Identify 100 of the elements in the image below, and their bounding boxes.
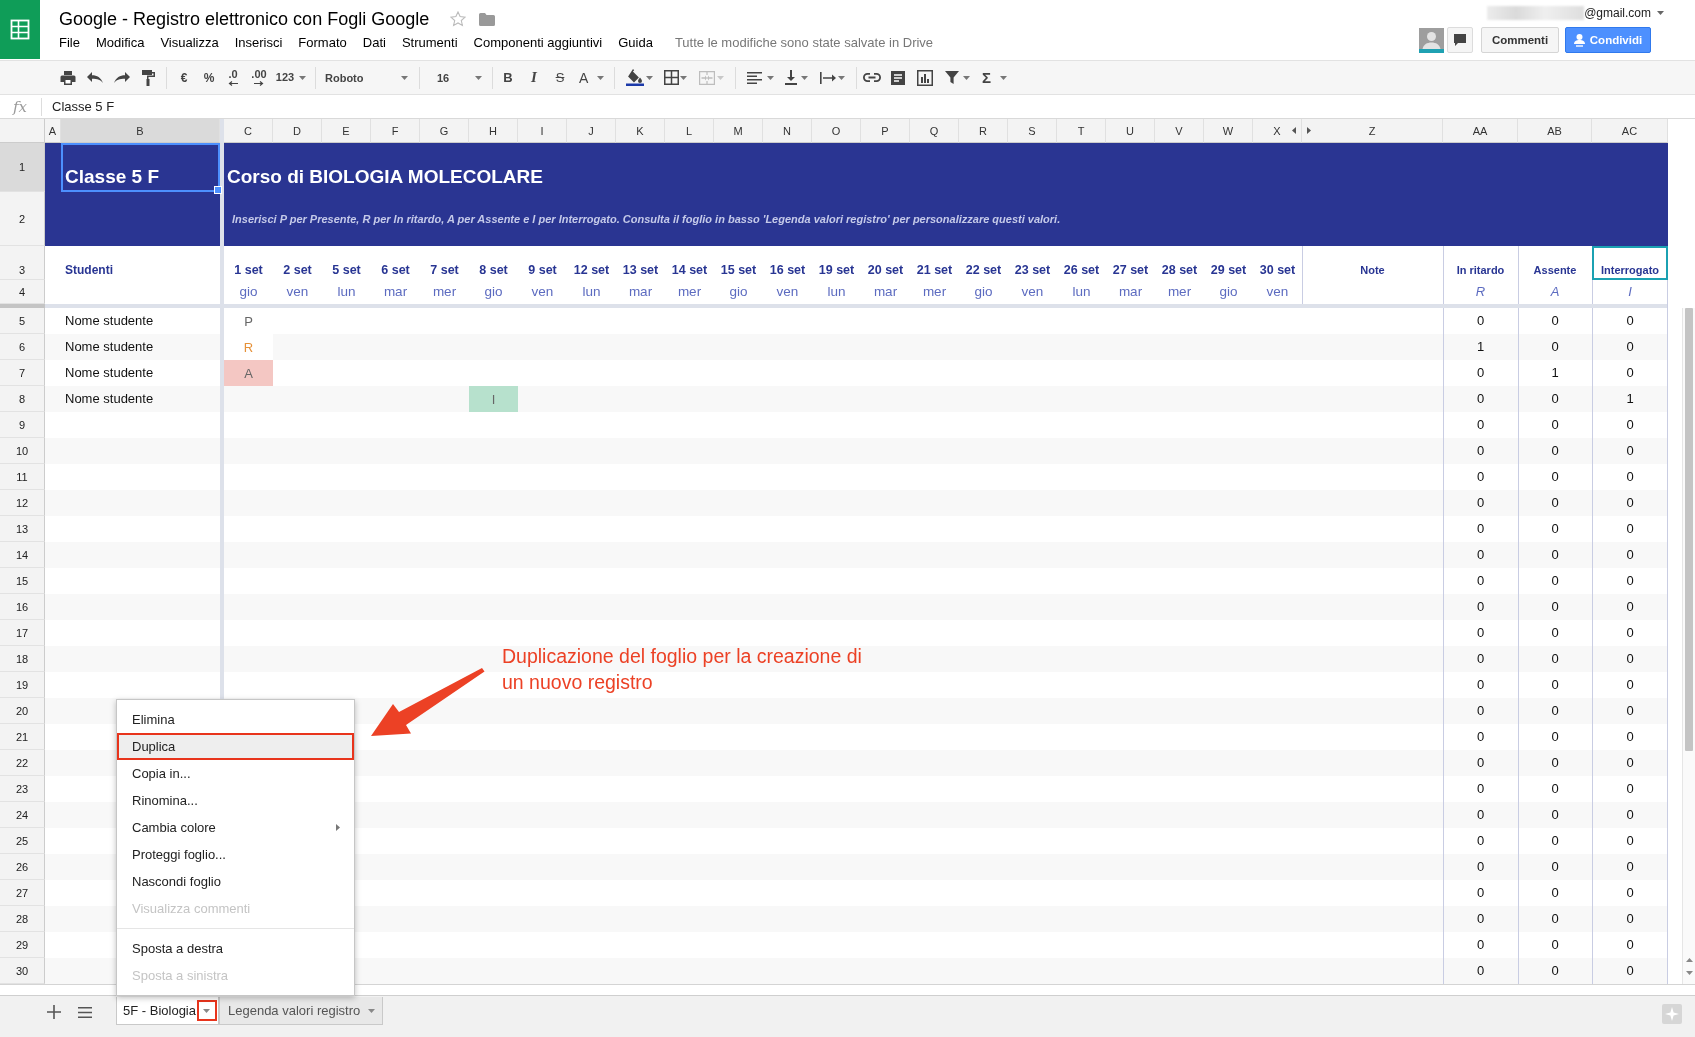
- row-header[interactable]: 15: [0, 568, 45, 594]
- selection-handle[interactable]: [214, 186, 222, 194]
- scroll-up-icon[interactable]: [1686, 958, 1693, 962]
- row-header[interactable]: 2: [0, 192, 45, 246]
- folder-icon[interactable]: [479, 12, 496, 26]
- row-header[interactable]: 28: [0, 906, 45, 932]
- column-header[interactable]: O: [812, 119, 861, 143]
- row-header[interactable]: 18: [0, 646, 45, 672]
- row-header[interactable]: 12: [0, 490, 45, 516]
- plus-icon[interactable]: [47, 1005, 61, 1019]
- row-header[interactable]: 19: [0, 672, 45, 698]
- row-header[interactable]: 9: [0, 412, 45, 438]
- column-header[interactable]: L: [665, 119, 714, 143]
- row-header[interactable]: 6: [0, 334, 45, 360]
- undo-icon[interactable]: [87, 71, 103, 84]
- list-icon[interactable]: [78, 1007, 92, 1018]
- redo-icon[interactable]: [114, 71, 130, 84]
- account-email[interactable]: @gmail.com: [1584, 5, 1651, 21]
- row-header[interactable]: 29: [0, 932, 45, 958]
- column-header[interactable]: B: [61, 119, 220, 143]
- text-color-button[interactable]: A: [574, 65, 608, 90]
- column-header[interactable]: W: [1204, 119, 1253, 143]
- font-select[interactable]: Roboto: [320, 65, 412, 90]
- comment-icon[interactable]: [891, 70, 905, 85]
- menu-item[interactable]: Nascondi foglio: [117, 868, 354, 895]
- row-header[interactable]: 3: [0, 246, 45, 280]
- column-header[interactable]: M: [714, 119, 763, 143]
- column-header[interactable]: E: [322, 119, 371, 143]
- column-header[interactable]: S: [1008, 119, 1057, 143]
- menu-item[interactable]: Duplica: [117, 733, 354, 760]
- menu-item[interactable]: Sposta a destra: [117, 935, 354, 962]
- scrollbar-track[interactable]: [1682, 308, 1695, 984]
- column-header[interactable]: H: [469, 119, 518, 143]
- column-header[interactable]: D: [273, 119, 322, 143]
- column-header[interactable]: A: [45, 119, 61, 143]
- italic-button[interactable]: I: [524, 65, 544, 90]
- menu-item[interactable]: File: [51, 33, 88, 53]
- column-header[interactable]: V: [1155, 119, 1204, 143]
- column-header[interactable]: G: [420, 119, 469, 143]
- row-header[interactable]: 26: [0, 854, 45, 880]
- sheet-tab[interactable]: Legenda valori registro: [219, 997, 384, 1025]
- column-header[interactable]: I: [518, 119, 567, 143]
- column-header[interactable]: AB: [1518, 119, 1592, 143]
- menu-item[interactable]: Formato: [290, 33, 355, 53]
- increase-decimals-button[interactable]: .00: [246, 65, 272, 90]
- row-header[interactable]: 22: [0, 750, 45, 776]
- row-header[interactable]: 20: [0, 698, 45, 724]
- chart-icon[interactable]: [917, 69, 933, 86]
- font-size-select[interactable]: 16: [428, 65, 486, 90]
- column-header[interactable]: K: [616, 119, 665, 143]
- print-icon[interactable]: [60, 69, 76, 86]
- column-header[interactable]: Z: [1302, 119, 1443, 143]
- menu-item[interactable]: Dati: [354, 33, 394, 53]
- menu-item[interactable]: Elimina: [117, 706, 354, 733]
- menu-item[interactable]: Inserisci: [226, 33, 291, 53]
- sheet-tab[interactable]: 5F - Biologia: [116, 997, 219, 1025]
- functions-button[interactable]: Σ: [977, 65, 1011, 90]
- row-header[interactable]: 16: [0, 594, 45, 620]
- menu-item[interactable]: Visualizza: [152, 33, 227, 53]
- percent-button[interactable]: %: [199, 65, 219, 90]
- decrease-decimals-button[interactable]: .0: [222, 65, 244, 90]
- row-header[interactable]: 24: [0, 802, 45, 828]
- link-icon[interactable]: [863, 73, 881, 82]
- menu-item[interactable]: Componenti aggiuntivi: [465, 33, 611, 53]
- bold-button[interactable]: B: [498, 65, 518, 90]
- row-header[interactable]: 21: [0, 724, 45, 750]
- column-header[interactable]: F: [371, 119, 420, 143]
- column-header[interactable]: C: [224, 119, 273, 143]
- column-header[interactable]: U: [1106, 119, 1155, 143]
- row-header[interactable]: 27: [0, 880, 45, 906]
- triangle-left-icon[interactable]: [1292, 127, 1296, 134]
- menu-item[interactable]: Rinomina...: [117, 787, 354, 814]
- tab-menu-button[interactable]: [197, 1000, 217, 1021]
- strikethrough-button[interactable]: S: [550, 65, 570, 90]
- currency-button[interactable]: €: [174, 65, 194, 90]
- column-header[interactable]: T: [1057, 119, 1106, 143]
- column-header[interactable]: Q: [910, 119, 959, 143]
- triangle-right-icon[interactable]: [1307, 127, 1311, 134]
- column-header[interactable]: P: [861, 119, 910, 143]
- chat-button[interactable]: [1447, 27, 1473, 53]
- column-header[interactable]: J: [567, 119, 616, 143]
- row-header[interactable]: 4: [0, 280, 45, 304]
- formula-input[interactable]: Classe 5 F: [52, 97, 115, 116]
- row-header[interactable]: 7: [0, 360, 45, 386]
- menu-item[interactable]: Copia in...: [117, 760, 354, 787]
- column-header[interactable]: R: [959, 119, 1008, 143]
- star-icon[interactable]: [450, 11, 467, 27]
- column-header[interactable]: AC: [1592, 119, 1668, 143]
- row-header[interactable]: 1: [0, 143, 45, 192]
- row-header[interactable]: 13: [0, 516, 45, 542]
- comments-button[interactable]: Commenti: [1481, 27, 1559, 53]
- scrollbar-thumb[interactable]: [1685, 308, 1693, 751]
- row-header[interactable]: 25: [0, 828, 45, 854]
- menu-item[interactable]: Modifica: [87, 33, 153, 53]
- row-header[interactable]: 5: [0, 308, 45, 334]
- paint-roller-icon[interactable]: [141, 69, 155, 86]
- menu-item[interactable]: Guida: [610, 33, 661, 53]
- row-header[interactable]: 11: [0, 464, 45, 490]
- row-header[interactable]: 14: [0, 542, 45, 568]
- menu-item[interactable]: Proteggi foglio...: [117, 841, 354, 868]
